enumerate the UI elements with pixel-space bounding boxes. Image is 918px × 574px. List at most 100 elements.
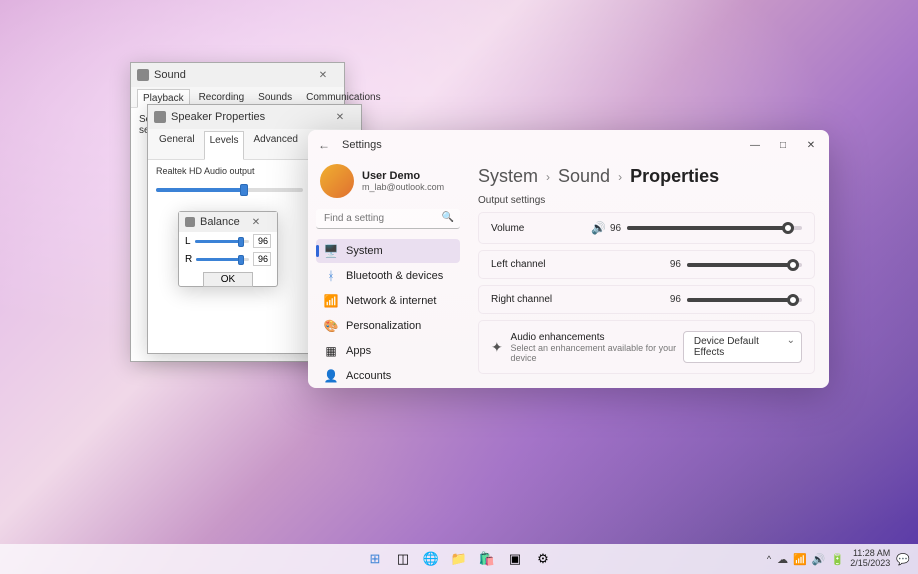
crumb-system[interactable]: System: [478, 166, 538, 187]
account-block[interactable]: User Demo m_lab@outlook.com: [316, 160, 460, 208]
speaker-titlebar[interactable]: Speaker Properties ✕: [148, 105, 361, 129]
left-channel-label: L: [185, 236, 191, 247]
right-balance-slider[interactable]: [196, 258, 249, 261]
right-label: Right channel: [491, 294, 591, 305]
breadcrumb: System › Sound › Properties: [478, 166, 815, 187]
sidebar-item-system[interactable]: 🖥️ System: [316, 239, 460, 263]
maximize-icon[interactable]: □: [769, 134, 797, 156]
taskbar: ⊞ ◫ 🌐 📁 🛍️ ▣ ⚙ ^ ☁ 📶 🔊 🔋 11:28 AM 2/15/2…: [0, 544, 918, 574]
wifi-icon[interactable]: 📶: [793, 553, 807, 566]
search-input[interactable]: [316, 209, 460, 229]
clock[interactable]: 11:28 AM 2/15/2023: [850, 549, 890, 569]
settings-sidebar: User Demo m_lab@outlook.com 🔍 🖥️ System …: [308, 160, 468, 388]
crumb-properties: Properties: [630, 166, 719, 187]
chevron-up-icon[interactable]: ^: [767, 554, 771, 564]
chevron-right-icon: ›: [618, 170, 622, 184]
tab-advanced[interactable]: Advanced: [248, 131, 302, 159]
sidebar-item-label: Network & internet: [346, 295, 436, 307]
notifications-icon[interactable]: 💬: [896, 553, 910, 566]
explorer-icon[interactable]: 📁: [448, 548, 470, 570]
brush-icon: 🎨: [324, 319, 338, 333]
minimize-icon[interactable]: —: [741, 134, 769, 156]
volume-icon[interactable]: 🔊: [812, 553, 826, 566]
search-icon: 🔍: [442, 212, 454, 223]
volume-row: Volume 🔊 96: [478, 212, 815, 244]
audio-enhancements-row: ✦ Audio enhancements Select an enhanceme…: [478, 320, 815, 374]
close-icon[interactable]: ✕: [241, 213, 271, 231]
speaker-icon: [154, 111, 166, 123]
right-slider[interactable]: [687, 298, 802, 302]
balance-title: Balance: [200, 216, 240, 228]
crumb-sound[interactable]: Sound: [558, 166, 610, 187]
settings-window: ← Settings — □ ✕ User Demo m_lab@outlook…: [308, 130, 829, 388]
enhance-title: Audio enhancements: [511, 332, 683, 343]
sidebar-item-label: Personalization: [346, 320, 421, 332]
tab-levels[interactable]: Levels: [204, 131, 245, 160]
section-heading: Output settings: [478, 195, 815, 206]
sidebar-item-accounts[interactable]: 👤 Accounts: [316, 364, 460, 388]
sidebar-item-bluetooth[interactable]: ᚼ Bluetooth & devices: [316, 264, 460, 288]
right-balance-value[interactable]: 96: [253, 252, 271, 266]
close-icon[interactable]: ✕: [308, 66, 338, 84]
enhancement-dropdown[interactable]: Device Default Effects: [683, 331, 802, 363]
right-value: 96: [670, 294, 681, 305]
sidebar-item-apps[interactable]: ▦ Apps: [316, 339, 460, 363]
sidebar-item-label: Apps: [346, 345, 371, 357]
sidebar-item-label: Accounts: [346, 370, 391, 382]
balance-window: Balance ✕ L 96 R 96 OK: [178, 211, 278, 287]
sound-title: Sound: [154, 69, 186, 81]
enhance-subtitle: Select an enhancement available for your…: [511, 343, 683, 363]
system-tray: ^ ☁ 📶 🔊 🔋 11:28 AM 2/15/2023 💬: [767, 549, 910, 569]
avatar: [320, 164, 354, 198]
chevron-right-icon: ›: [546, 170, 550, 184]
sidebar-item-label: System: [346, 245, 383, 257]
battery-icon[interactable]: 🔋: [831, 553, 845, 566]
terminal-icon[interactable]: ▣: [504, 548, 526, 570]
left-balance-slider[interactable]: [195, 240, 249, 243]
left-label: Left channel: [491, 259, 591, 270]
bluetooth-icon: ᚼ: [324, 269, 338, 283]
speaker-icon[interactable]: 🔊: [591, 221, 606, 235]
tab-general[interactable]: General: [154, 131, 200, 159]
edge-icon[interactable]: 🌐: [420, 548, 442, 570]
taskbar-center: ⊞ ◫ 🌐 📁 🛍️ ▣ ⚙: [364, 548, 554, 570]
left-slider[interactable]: [687, 263, 802, 267]
sidebar-item-label: Bluetooth & devices: [346, 270, 443, 282]
app-icon[interactable]: ⚙: [532, 548, 554, 570]
task-view-icon[interactable]: ◫: [392, 548, 414, 570]
volume-value: 96: [610, 223, 621, 234]
user-name: User Demo: [362, 170, 444, 182]
sidebar-item-personalization[interactable]: 🎨 Personalization: [316, 314, 460, 338]
left-balance-value[interactable]: 96: [253, 234, 271, 248]
close-icon[interactable]: ✕: [325, 108, 355, 126]
ok-button[interactable]: OK: [203, 272, 253, 287]
output-slider[interactable]: [156, 188, 303, 192]
user-email: m_lab@outlook.com: [362, 182, 444, 192]
balance-titlebar[interactable]: Balance ✕: [179, 212, 277, 232]
sound-titlebar[interactable]: Sound ✕: [131, 63, 344, 87]
sound-icon: [137, 69, 149, 81]
left-channel-row: Left channel 96: [478, 250, 815, 279]
store-icon[interactable]: 🛍️: [476, 548, 498, 570]
settings-title: Settings: [342, 139, 382, 151]
sidebar-item-network[interactable]: 📶 Network & internet: [316, 289, 460, 313]
monitor-icon: 🖥️: [324, 244, 338, 258]
settings-titlebar[interactable]: ← Settings — □ ✕: [308, 130, 829, 160]
wifi-icon: 📶: [324, 294, 338, 308]
sparkle-icon: ✦: [491, 339, 511, 356]
date-text: 2/15/2023: [850, 559, 890, 569]
onedrive-icon[interactable]: ☁: [777, 553, 788, 566]
volume-label: Volume: [491, 223, 591, 234]
left-value: 96: [670, 259, 681, 270]
close-icon[interactable]: ✕: [797, 134, 825, 156]
volume-slider[interactable]: [627, 226, 802, 230]
settings-main: System › Sound › Properties Output setti…: [468, 160, 829, 388]
person-icon: 👤: [324, 369, 338, 383]
start-button[interactable]: ⊞: [364, 548, 386, 570]
back-arrow-icon[interactable]: ←: [318, 138, 338, 152]
speaker-title: Speaker Properties: [171, 111, 265, 123]
right-channel-row: Right channel 96: [478, 285, 815, 314]
apps-icon: ▦: [324, 344, 338, 358]
right-channel-label: R: [185, 254, 192, 265]
dropdown-value: Device Default Effects: [694, 336, 759, 358]
